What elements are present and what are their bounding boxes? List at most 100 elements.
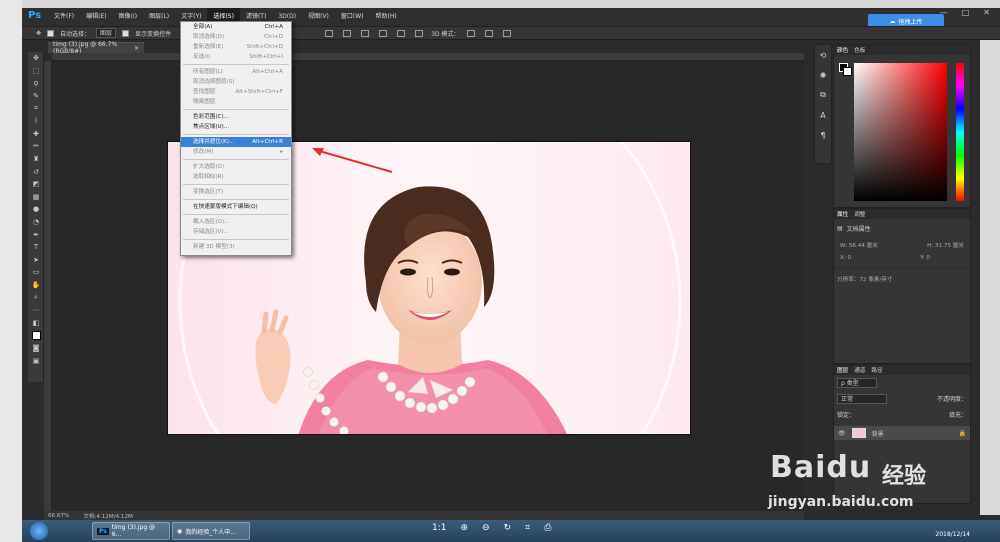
hue-slider[interactable] [956,63,964,201]
history-panel-icon[interactable]: ⟲ [815,45,831,65]
dropdown-item-label: 扩大选取(G) [193,164,225,170]
close-tab-icon[interactable]: × [134,45,139,52]
dropdown-item[interactable]: 隔离图层 [181,97,291,107]
dropdown-item[interactable]: 变换选区(T) [181,187,291,197]
layer-kind-filter[interactable]: ρ 类型 [837,378,877,388]
3d-rotate-icon[interactable] [467,29,476,37]
crop-tool-icon[interactable]: ⌗ [28,102,44,115]
show-transform-checkbox[interactable] [122,29,130,37]
align-middle-icon[interactable] [343,29,352,37]
dropdown-item[interactable]: 载入选区(O)... [181,217,291,227]
move-tool-icon[interactable]: ✥ [28,52,44,65]
align-right-icon[interactable] [415,29,424,37]
blur-tool-icon[interactable]: ● [28,203,44,216]
clone-stamp-tool-icon[interactable]: ♜ [28,153,44,166]
menu-item-8[interactable]: 视图(V) [302,8,335,26]
brush-settings-icon[interactable]: ✺ [815,65,831,85]
auto-select-dropdown[interactable]: 图层 [96,28,117,38]
save-icon[interactable]: ⎙ [544,523,551,533]
dodge-tool-icon[interactable]: ◔ [28,216,44,229]
dropdown-item[interactable]: 反选(I) Shift+Ctrl+I [181,52,291,62]
gradient-tool-icon[interactable]: ▦ [28,191,44,204]
dropdown-item[interactable]: 取消选择图层(S) [181,77,291,87]
path-select-tool-icon[interactable]: ➤ [28,254,44,267]
3d-pan-icon[interactable] [503,29,512,37]
paragraph-panel-icon[interactable]: ¶ [815,125,831,145]
tab-swatches[interactable]: 色板 [854,46,865,54]
maximize-button[interactable]: □ [962,8,970,17]
tab-paths[interactable]: 路径 [871,366,882,374]
dropdown-item[interactable]: 在快速蒙版模式下编辑(Q) [181,202,291,212]
background-swatch[interactable] [843,67,852,76]
menu-item-9[interactable]: 窗口(W) [335,8,370,26]
dropdown-item-label: 焦点区域(U)... [193,124,230,130]
document-icon: ▤ [837,225,843,232]
blend-mode-select[interactable]: 正常 [837,394,887,404]
zoom-in-icon[interactable]: ⊕ [460,523,468,533]
history-brush-tool-icon[interactable]: ↺ [28,165,44,178]
tab-adjustments[interactable]: 调整 [854,210,865,218]
zoom-out-icon[interactable]: ⊖ [482,523,490,533]
dropdown-item[interactable]: 扩大选取(G) [181,162,291,172]
menu-item-3[interactable]: 图层(L) [143,8,175,26]
start-button[interactable] [30,522,48,540]
taskbar-photoshop[interactable]: Ps timg (3).jpg @ 6... [92,522,170,540]
close-button[interactable]: ✕ [983,8,990,17]
foreground-background-icon[interactable] [28,329,44,342]
align-center-icon[interactable] [397,29,406,37]
dropdown-item[interactable]: 色彩范围(C)... [181,112,291,122]
color-picker-field[interactable] [854,63,947,201]
rotate-icon[interactable]: ↻ [504,523,512,533]
quick-mask-icon[interactable]: ◙ [28,342,44,355]
character-panel-icon[interactable]: A [815,105,831,125]
more-tools-icon[interactable]: ⋯ [28,304,44,317]
dropdown-item[interactable]: 修改(M) ▸ [181,147,291,157]
dropdown-item[interactable]: 查找图层 Alt+Shift+Ctrl+F [181,87,291,97]
rectangle-tool-icon[interactable]: ▭ [28,266,44,279]
default-colors-icon[interactable]: ◧ [28,316,44,329]
eyedropper-tool-icon[interactable]: ⌇ [28,115,44,128]
healing-brush-tool-icon[interactable]: ✚ [28,128,44,141]
dropdown-item[interactable]: 重新选择(E) Shift+Ctrl+D [181,42,291,52]
dropdown-item[interactable]: 存储选区(V)... [181,227,291,237]
dropdown-item[interactable]: 所有图层(L) Alt+Ctrl+A [181,67,291,77]
layer-comps-icon[interactable]: ⧉ [815,85,831,105]
taskbar-browser[interactable]: ◉ 我的经验_个人中... [172,522,250,540]
tab-properties[interactable]: 属性 [837,210,848,218]
tab-color[interactable]: 颜色 [837,46,848,54]
quick-select-tool-icon[interactable]: ✎ [28,90,44,103]
menu-item-2[interactable]: 图像(I) [113,8,143,26]
tab-layers[interactable]: 图层 [837,366,848,374]
align-left-icon[interactable] [379,29,388,37]
dropdown-item-label: 取消选择(D) [193,34,225,40]
eraser-tool-icon[interactable]: ◩ [28,178,44,191]
lasso-tool-icon[interactable]: ϙ [28,77,44,90]
dropdown-item[interactable]: 取消选择(D) Ctrl+D [181,32,291,42]
dropdown-item[interactable]: 全部(A) Ctrl+A [181,22,291,32]
menu-item-0[interactable]: 文件(F) [48,8,80,26]
screen-mode-icon[interactable]: ▣ [28,354,44,367]
minimize-button[interactable]: — [940,8,948,17]
menu-item-1[interactable]: 编辑(E) [80,8,112,26]
document-tab[interactable]: timg (3).jpg @ 66.7%(RGB/8#) × [48,41,144,55]
dropdown-item[interactable]: 新建 3D 模型(3) [181,242,291,252]
menu-item-10[interactable]: 帮助(H) [370,8,403,26]
crop-icon[interactable]: ⌗ [525,523,530,533]
dropdown-item[interactable]: 焦点区域(U)... [181,122,291,132]
zoom-tool-icon[interactable]: ⌕ [28,291,44,304]
3d-roll-icon[interactable] [485,29,494,37]
marquee-tool-icon[interactable]: ⬚ [28,65,44,78]
pen-tool-icon[interactable]: ✒ [28,228,44,241]
dropdown-item[interactable]: 选取相似(R) [181,172,291,182]
zoom-level[interactable]: 66.67% [48,513,69,519]
move-tool-icon[interactable]: ✥ [36,30,41,37]
tab-channels[interactable]: 通道 [854,366,865,374]
auto-select-checkbox[interactable] [47,29,55,37]
align-bottom-icon[interactable] [361,29,370,37]
brush-tool-icon[interactable]: ✏ [28,140,44,153]
dropdown-item[interactable]: 选择并遮住(K)... Alt+Ctrl+R [181,137,291,147]
type-tool-icon[interactable]: T [28,241,44,254]
align-top-icon[interactable] [325,29,334,37]
actual-size-icon[interactable]: 1:1 [432,523,446,533]
hand-tool-icon[interactable]: ✋ [28,279,44,292]
